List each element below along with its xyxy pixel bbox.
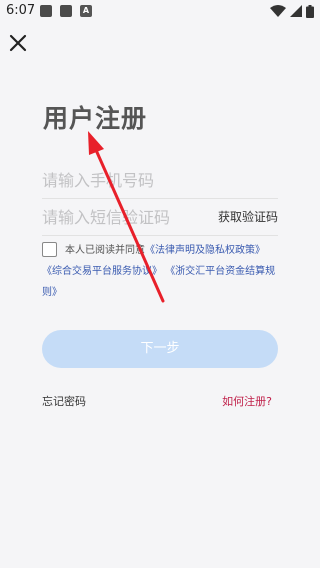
status-time: 6:07 [6,3,36,18]
notification-a-icon: A [80,5,92,17]
page-title: 用户注册 [43,104,148,133]
get-code-button[interactable]: 获取验证码 [218,208,278,225]
forgot-password-link[interactable]: 忘记密码 [42,393,86,409]
close-icon [9,34,27,52]
agreement: 本人已阅读并同意《法律声明及隐私权政策》 《综合交易平台服务协议》 《浙交汇平台… [42,240,282,298]
sms-code-field: 获取验证码 [42,202,278,236]
agreement-line-1: 本人已阅读并同意《法律声明及隐私权政策》 [42,240,282,261]
signal-icon [290,5,302,17]
phone-input[interactable] [42,165,278,195]
agreement-prefix: 本人已阅读并同意 [65,245,145,256]
agreement-line-3: 则》 [42,282,62,303]
close-button[interactable] [8,33,28,53]
wifi-icon [270,5,286,17]
agreement-line-2: 《综合交易平台服务协议》 《浙交汇平台资金结算规 [42,261,282,282]
status-bar: 6:07 A [0,0,320,24]
service-agreement-link[interactable]: 《综合交易平台服务协议》 [42,266,162,277]
how-to-register-link[interactable]: 如何注册? [222,393,272,409]
next-button[interactable]: 下一步 [42,330,278,368]
agree-checkbox[interactable] [42,242,57,257]
system-icons [270,4,314,18]
settlement-rules-link[interactable]: 《浙交汇平台资金结算规 [165,266,275,277]
notification-icon [60,5,72,17]
legal-privacy-link[interactable]: 《法律声明及隐私权政策》 [145,245,265,256]
sms-code-input[interactable] [42,202,202,232]
phone-field [42,165,278,199]
settlement-rules-link-end[interactable]: 则》 [42,287,62,298]
notification-icon [40,5,52,17]
battery-icon [306,4,314,18]
